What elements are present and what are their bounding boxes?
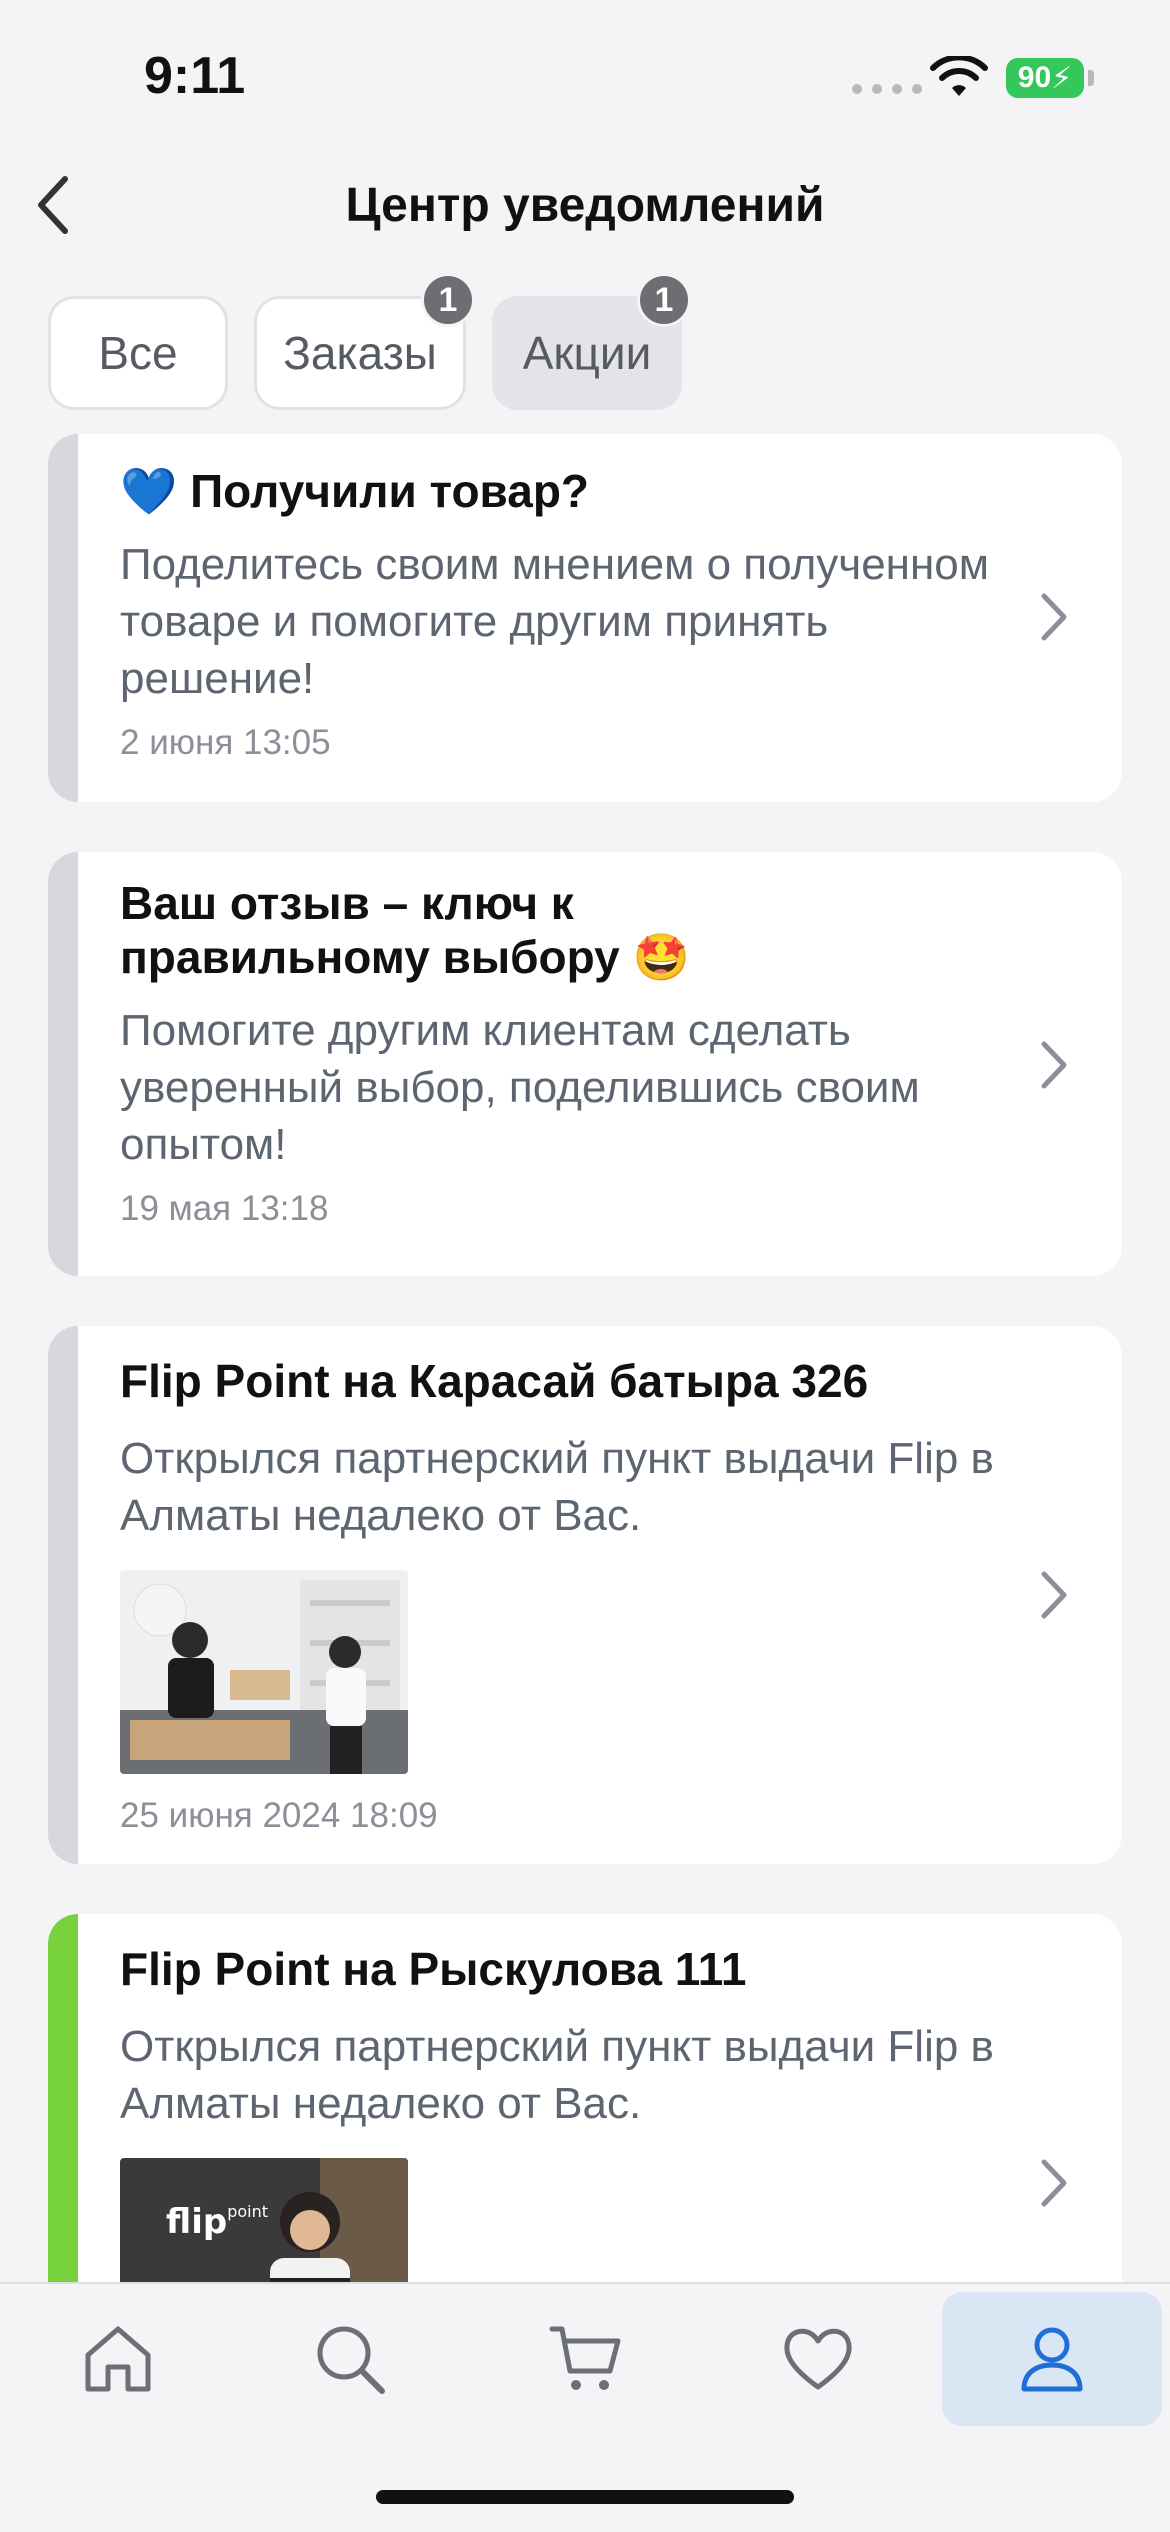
notification-text: Открылся партнерский пункт выдачи Flip в… xyxy=(120,2022,994,2128)
nav-search[interactable] xyxy=(240,2292,460,2426)
search-icon xyxy=(317,2326,385,2394)
cart-icon xyxy=(549,2326,621,2390)
notification-text: Открылся партнерский пункт выдачи Flip в… xyxy=(120,1434,994,1540)
notification-date: 2 июня 13:05 xyxy=(120,723,331,762)
page-title: Центр уведомлений xyxy=(345,179,825,232)
tab-label: Все xyxy=(98,327,178,379)
battery-level: 90 xyxy=(1017,61,1052,94)
nav-favorites[interactable] xyxy=(708,2292,928,2426)
tab-badge: 1 xyxy=(421,273,475,327)
nav-profile[interactable] xyxy=(942,2292,1162,2426)
notification-title: Flip Point на Рыскулова 111 xyxy=(120,1943,747,1995)
chevron-right-icon xyxy=(1041,2159,1067,2207)
tab-label: Заказы xyxy=(283,327,437,379)
notification-text: Поделитесь своим мнением о полученном то… xyxy=(120,540,989,703)
notification-text: Помогите другим клиентам сделать уверенн… xyxy=(120,1006,920,1169)
nav-home[interactable] xyxy=(8,2292,228,2426)
notification-date: 19 мая 13:18 xyxy=(120,1189,329,1228)
blue-heart-emoji: 💙 xyxy=(120,465,178,517)
profile-icon xyxy=(1021,2327,1083,2392)
battery-cap xyxy=(1088,70,1094,86)
home-icon xyxy=(85,2326,151,2392)
notification-card[interactable]: 💙 Получили товар? Поделитесь своим мнени… xyxy=(48,434,1122,802)
notification-card[interactable]: Flip Point на Рыскулова 111 Открылся пар… xyxy=(48,1914,1122,2334)
read-indicator xyxy=(48,434,78,802)
tab-label: Акции xyxy=(522,327,652,379)
wifi-icon xyxy=(930,56,988,96)
star-struck-emoji: 🤩 xyxy=(632,931,690,983)
cellular-signal-icon xyxy=(852,84,922,94)
read-indicator xyxy=(48,1326,78,1864)
tab-badge: 1 xyxy=(637,273,691,327)
read-indicator xyxy=(48,852,78,1276)
home-indicator[interactable] xyxy=(376,2490,794,2504)
notification-title: Ваш отзыв – ключ к правильному выбору 🤩 xyxy=(120,877,690,983)
notification-card[interactable]: Flip Point на Карасай батыра 326 Открылс… xyxy=(48,1326,1122,1864)
unread-indicator xyxy=(48,1914,78,2334)
filter-tabs: Все Заказы 1 Акции 1 xyxy=(48,273,691,410)
chevron-right-icon xyxy=(1041,593,1067,641)
tab-all[interactable]: Все xyxy=(48,296,228,410)
chevron-right-icon xyxy=(1041,1041,1067,1089)
status-time: 9:11 xyxy=(144,47,246,105)
tab-orders[interactable]: Заказы 1 xyxy=(254,273,475,410)
notification-title: 💙 Получили товар? xyxy=(120,465,590,517)
flip-point-logo: flippoint xyxy=(166,2202,269,2242)
status-bar: 9:11 90 ⚡ xyxy=(0,0,1170,160)
nav-cart[interactable] xyxy=(476,2292,696,2426)
notification-card[interactable]: Ваш отзыв – ключ к правильному выбору 🤩 … xyxy=(48,852,1122,1276)
notification-title: Flip Point на Карасай батыра 326 xyxy=(120,1355,869,1407)
charging-icon: ⚡ xyxy=(1051,61,1073,95)
heart-icon xyxy=(784,2328,852,2390)
chevron-right-icon xyxy=(1041,1571,1067,1619)
notification-date: 25 июня 2024 18:09 xyxy=(120,1796,438,1835)
pickup-point-photo xyxy=(120,1570,408,1774)
tab-promotions[interactable]: Акции 1 xyxy=(492,273,691,410)
battery-icon: 90 ⚡ xyxy=(1006,58,1084,98)
